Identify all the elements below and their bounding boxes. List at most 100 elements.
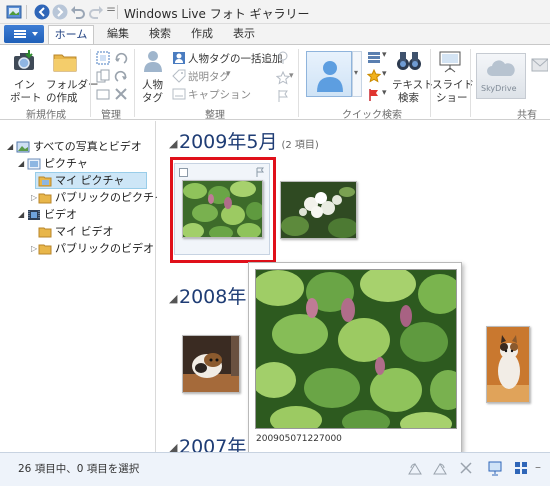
undo-icon[interactable] xyxy=(70,4,86,20)
nav-item-label: マイ ピクチャ xyxy=(55,174,125,187)
collapse-section-icon[interactable]: ◢ xyxy=(169,441,177,452)
status-bar: 26 項目中、0 項目を選択 – xyxy=(0,452,550,486)
navigation-pane: ◢ すべての写真とビデオ ◢ ピクチャ マイ ピクチャ ▷ パブリックのピクチャ… xyxy=(0,121,165,452)
folder-label-line2: の作成 xyxy=(46,92,78,104)
person-icon xyxy=(144,51,162,72)
people-tag-button[interactable]: 人物 タグ xyxy=(138,47,168,105)
collapse-section-icon[interactable]: ◢ xyxy=(169,137,177,150)
zoom-slider-handle[interactable]: – xyxy=(535,460,541,474)
separator xyxy=(117,5,118,19)
title-bar: = Windows Live フォト ギャラリー xyxy=(0,0,550,24)
expand-arrow-icon[interactable]: ◢ xyxy=(18,210,24,219)
pictures-icon xyxy=(27,158,41,170)
section-title: 2008年 xyxy=(179,286,247,308)
caption-button[interactable]: キャプション xyxy=(188,87,251,102)
rating-dropdown-icon[interactable]: ▾ xyxy=(289,71,294,81)
collapse-arrow-icon[interactable]: ▷ xyxy=(31,244,37,253)
camera-icon xyxy=(14,50,34,70)
delete-icon[interactable] xyxy=(458,460,474,476)
tab-search[interactable]: 検索 xyxy=(142,25,178,44)
desc-tag-dropdown-icon[interactable]: ▾ xyxy=(226,69,231,79)
photo-thumbnail[interactable] xyxy=(182,335,240,393)
group-label-new: 新規作成 xyxy=(26,110,66,121)
leaves-photo-large xyxy=(256,270,456,428)
collapse-arrow-icon[interactable]: ▷ xyxy=(31,193,37,202)
slideshow-icon[interactable] xyxy=(487,460,503,476)
rating-filter-star-icon[interactable] xyxy=(367,69,381,83)
desc-tag-button[interactable]: 説明タグ xyxy=(188,69,230,84)
select-all-icon[interactable] xyxy=(96,51,110,65)
bulk-tag-icon xyxy=(173,52,185,64)
folder-icon xyxy=(38,193,52,204)
import-button[interactable]: イン ポート xyxy=(4,47,42,105)
chevron-down-icon: ▾ xyxy=(354,68,359,77)
quick-access-dropdown-icon[interactable]: = xyxy=(106,2,116,16)
text-search-button[interactable]: テキスト 検索 xyxy=(392,47,434,105)
app-icon xyxy=(6,5,22,19)
star-rating-icon[interactable] xyxy=(276,71,290,85)
email-icon[interactable] xyxy=(530,55,548,75)
cloud-icon xyxy=(487,60,515,76)
rating-filter-dropdown-icon[interactable]: ▾ xyxy=(382,69,387,79)
rotate-right-icon[interactable] xyxy=(432,460,448,476)
delete-icon[interactable] xyxy=(114,87,128,101)
section-heading-2007: 2007年 xyxy=(179,432,246,452)
bulk-tag-button[interactable]: 人物タグの一括追加 xyxy=(188,51,283,66)
folder-icon xyxy=(53,54,77,72)
photo-preview-popup: 200905071227000 xyxy=(248,262,462,453)
new-folder-button[interactable]: フォルダー の作成 xyxy=(42,47,99,105)
forward-icon[interactable] xyxy=(52,4,68,20)
expand-arrow-icon[interactable]: ◢ xyxy=(18,159,24,168)
section-heading-2008: 2008年 xyxy=(179,282,246,309)
tab-home[interactable]: ホーム xyxy=(48,25,94,44)
flag-filter-dropdown-icon[interactable]: ▾ xyxy=(382,88,387,98)
rotate-left-icon[interactable] xyxy=(114,51,128,65)
flag-icon[interactable] xyxy=(276,89,290,103)
folder-icon xyxy=(38,227,52,238)
people-filter-scroll[interactable]: ▾ xyxy=(352,51,362,97)
rotate-right-icon[interactable] xyxy=(114,69,128,83)
white-flowers-photo xyxy=(281,182,356,238)
videos-icon xyxy=(28,210,40,220)
text-search-line2: 検索 xyxy=(398,92,419,104)
cat-photo xyxy=(183,336,239,392)
ribbon-tabs: ホーム 編集 検索 作成 表示 xyxy=(0,24,550,44)
nav-item-all-photos-videos[interactable]: すべての写真とビデオ xyxy=(33,139,142,155)
nav-item-pictures[interactable]: ピクチャ xyxy=(44,156,88,172)
thumbnail-view-icon[interactable] xyxy=(514,460,530,476)
tab-view[interactable]: 表示 xyxy=(226,25,262,44)
slideshow-button[interactable]: スライド ショー xyxy=(432,47,474,105)
geotag-icon[interactable] xyxy=(276,51,290,65)
person-silhouette-icon xyxy=(317,61,343,92)
selection-highlight xyxy=(170,157,276,263)
photo-thumbnail[interactable] xyxy=(280,181,357,239)
redo-icon[interactable] xyxy=(88,4,104,20)
rename-icon[interactable] xyxy=(96,87,110,101)
nav-item-my-pictures[interactable]: マイ ピクチャ xyxy=(35,172,147,189)
nav-item-public-videos[interactable]: パブリックのビデオ xyxy=(55,241,154,257)
slideshow-line2: ショー xyxy=(436,92,468,104)
tab-create[interactable]: 作成 xyxy=(184,25,220,44)
separator xyxy=(26,5,27,19)
view-grid-icon[interactable] xyxy=(367,50,381,64)
flag-filter-icon[interactable] xyxy=(367,88,381,102)
app-menu-button[interactable] xyxy=(4,25,44,43)
photo-thumbnail[interactable] xyxy=(486,326,530,403)
tab-edit[interactable]: 編集 xyxy=(100,25,136,44)
nav-item-public-pictures[interactable]: パブリックのピクチャ xyxy=(55,190,165,206)
skydrive-button[interactable]: SkyDrive xyxy=(476,53,526,99)
copy-icon[interactable] xyxy=(96,69,110,83)
expand-arrow-icon[interactable]: ◢ xyxy=(7,142,13,151)
preview-filename: 200905071227000 xyxy=(256,434,342,444)
slideshow-screen-icon xyxy=(439,51,461,73)
people-filter-button[interactable] xyxy=(306,51,352,97)
nav-item-videos[interactable]: ビデオ xyxy=(44,207,77,223)
group-label-organize: 整理 xyxy=(205,110,225,121)
rotate-left-icon[interactable] xyxy=(407,460,423,476)
view-dropdown-icon[interactable]: ▾ xyxy=(382,50,387,60)
collapse-section-icon[interactable]: ◢ xyxy=(169,292,177,305)
library-icon xyxy=(16,141,30,153)
back-icon[interactable] xyxy=(34,4,50,20)
nav-item-my-videos[interactable]: マイ ビデオ xyxy=(55,224,114,240)
group-label-share: 共有 xyxy=(517,110,537,121)
